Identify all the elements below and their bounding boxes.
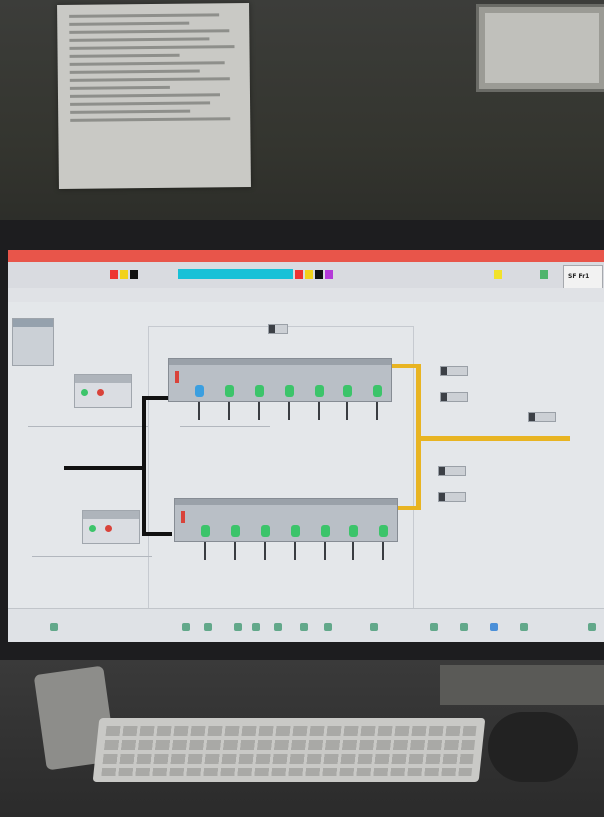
control-box-lower[interactable] [82, 510, 140, 544]
app-icon[interactable] [430, 623, 438, 631]
valve-icon[interactable] [201, 525, 210, 537]
valve-icon[interactable] [349, 525, 358, 537]
instrument-tag[interactable] [268, 324, 288, 334]
valve-icon[interactable] [291, 525, 300, 537]
app-toolbar: SF Fr1 [8, 262, 604, 289]
app-icon[interactable] [50, 623, 58, 631]
app-icon[interactable] [182, 623, 190, 631]
app-titlebar [8, 250, 604, 262]
toolbar-chip-black[interactable] [130, 270, 138, 279]
main-pipe-black [64, 466, 144, 470]
app-icon[interactable] [234, 623, 242, 631]
app-icon[interactable] [300, 623, 308, 631]
signal-line [28, 426, 148, 427]
schematic-canvas [8, 302, 604, 642]
toolbar-chip-green[interactable] [540, 270, 548, 279]
instrument-tag[interactable] [440, 392, 468, 402]
branch-pipe-upper [142, 396, 168, 400]
valve-icon[interactable] [373, 385, 382, 397]
toolbar-chip-red-2[interactable] [295, 270, 303, 279]
app-subtoolbar [8, 288, 604, 303]
status-led-red [97, 389, 104, 396]
status-led-green [81, 389, 88, 396]
app-icon[interactable] [370, 623, 378, 631]
status-led-green [89, 525, 96, 532]
toolbar-highlight-field[interactable] [178, 269, 293, 279]
app-icon[interactable] [324, 623, 332, 631]
valve-icon[interactable] [255, 385, 264, 397]
instrument-tag[interactable] [438, 466, 466, 476]
equipment-bank-upper[interactable] [168, 358, 392, 402]
manifold-pipe-black [142, 396, 146, 534]
control-box-upper[interactable] [74, 374, 132, 408]
yellow-pipe-outlet [420, 436, 570, 441]
yellow-pipe-upper [392, 364, 418, 368]
signal-line [32, 556, 152, 557]
app-icon[interactable] [460, 623, 468, 631]
valve-icon[interactable] [261, 525, 270, 537]
app-icon[interactable] [490, 623, 498, 631]
monitor-screen: SF Fr1 [8, 250, 604, 642]
taskbar [8, 608, 604, 642]
signal-line [180, 426, 270, 427]
status-led-red [105, 525, 112, 532]
computer-mouse [488, 712, 578, 782]
valve-icon[interactable] [231, 525, 240, 537]
instrument-tag[interactable] [440, 366, 468, 376]
valve-icon[interactable] [285, 385, 294, 397]
wall-frame [476, 4, 604, 92]
valve-icon[interactable] [195, 385, 204, 397]
toolbar-chip-yellow-2[interactable] [305, 270, 313, 279]
valve-icon[interactable] [315, 385, 324, 397]
app-icon[interactable] [588, 623, 596, 631]
toolbar-chip-yellow[interactable] [120, 270, 128, 279]
alarm-indicator [181, 511, 185, 523]
desk-panel [440, 665, 604, 705]
toolbar-right-box[interactable]: SF Fr1 [563, 265, 603, 289]
instrument-tag[interactable] [438, 492, 466, 502]
toolbar-chip-purple[interactable] [325, 270, 333, 279]
keyboard [92, 718, 486, 782]
wall-notice-paper [57, 2, 251, 190]
toolbar-chip-black-2[interactable] [315, 270, 323, 279]
branch-pipe-lower [142, 532, 172, 536]
equipment-bank-lower[interactable] [174, 498, 398, 542]
valve-icon[interactable] [379, 525, 388, 537]
toolbar-chip-yellow-3[interactable] [494, 270, 502, 279]
app-icon[interactable] [204, 623, 212, 631]
valve-icon[interactable] [321, 525, 330, 537]
toolbar-right-label: SF Fr1 [568, 273, 590, 280]
legend-panel[interactable] [12, 318, 54, 366]
valve-icon[interactable] [225, 385, 234, 397]
instrument-tag[interactable] [528, 412, 556, 422]
app-icon[interactable] [252, 623, 260, 631]
alarm-indicator [175, 371, 179, 383]
toolbar-chip-red[interactable] [110, 270, 118, 279]
valve-icon[interactable] [343, 385, 352, 397]
app-icon[interactable] [274, 623, 282, 631]
app-icon[interactable] [520, 623, 528, 631]
